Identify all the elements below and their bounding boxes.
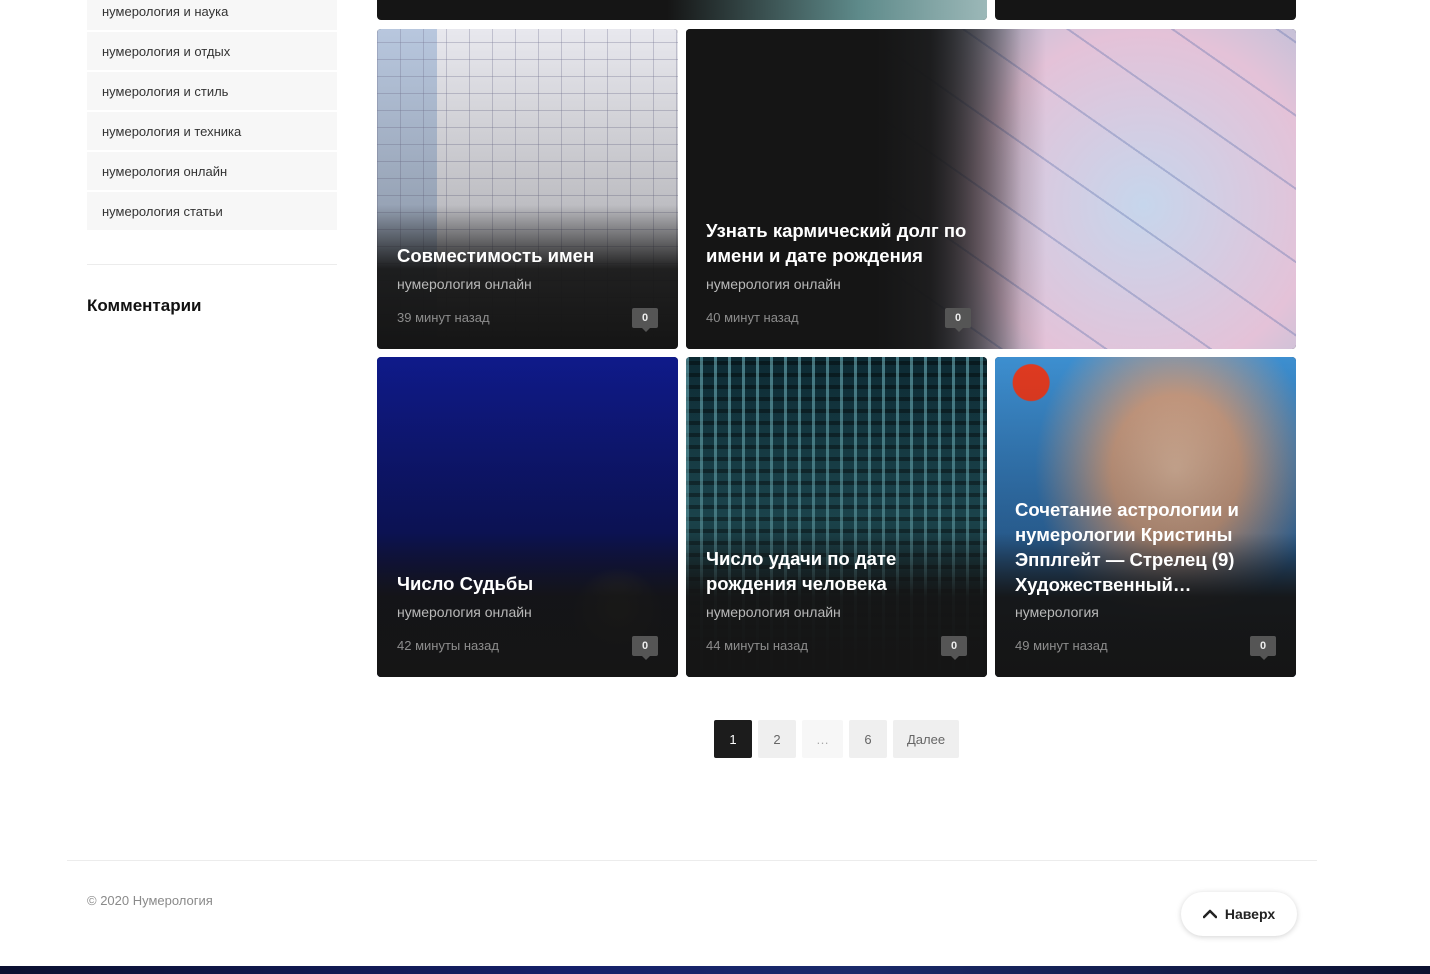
sidebar-item-label: нумерология и отдых <box>102 43 231 59</box>
comment-count-badge[interactable]: 0 <box>632 308 658 332</box>
sidebar-item-label: нумерология и техника <box>102 123 242 139</box>
page-ellipsis: … <box>802 720 843 758</box>
sidebar-item-online[interactable]: нумерология онлайн <box>87 152 337 190</box>
comment-count-badge[interactable]: 0 <box>632 636 658 660</box>
back-to-top-label: Наверх <box>1224 906 1276 922</box>
comments-heading: Комментарии <box>87 296 202 315</box>
post-card[interactable]: Узнать кармический долг по имени и дате … <box>686 29 1296 349</box>
post-title[interactable]: Сочетание астрологии и нумерологии Крист… <box>1015 497 1276 597</box>
previous-card-cut-left[interactable] <box>377 0 987 20</box>
post-category[interactable]: нумерология онлайн <box>397 604 532 620</box>
sidebar-item-label: нумерология и стиль <box>102 83 229 99</box>
post-category[interactable]: нумерология онлайн <box>397 276 532 292</box>
post-title[interactable]: Узнать кармический долг по имени и дате … <box>706 218 976 268</box>
post-category[interactable]: нумерология онлайн <box>706 604 841 620</box>
sidebar-item-science[interactable]: нумерология и наука <box>87 0 337 30</box>
post-time: 42 минуты назад <box>397 638 499 653</box>
copyright-text: © 2020 Нумерология <box>87 893 213 908</box>
post-card[interactable]: Число Судьбы нумерология онлайн 42 минут… <box>377 357 678 677</box>
post-title[interactable]: Совместимость имен <box>397 243 658 268</box>
comment-count-badge[interactable]: 0 <box>941 636 967 660</box>
sidebar-item-label: нумерология статьи <box>102 203 223 219</box>
previous-card-cut-right[interactable] <box>995 0 1296 20</box>
post-time: 40 минут назад <box>706 310 799 325</box>
next-page-button[interactable]: Далее <box>893 720 960 758</box>
comment-count-badge[interactable]: 0 <box>1250 636 1276 660</box>
pagination: 1 2 … 6 Далее <box>714 720 960 758</box>
footer-divider <box>67 860 1317 861</box>
page-1-button[interactable]: 1 <box>714 720 752 758</box>
sidebar-divider <box>87 264 337 265</box>
sidebar-item-leisure[interactable]: нумерология и отдых <box>87 32 337 70</box>
post-card[interactable]: Число удачи по дате рождения человека ну… <box>686 357 987 677</box>
sidebar-item-technique[interactable]: нумерология и техника <box>87 112 337 150</box>
post-time: 39 минут назад <box>397 310 490 325</box>
post-title[interactable]: Число Судьбы <box>397 571 658 596</box>
post-title[interactable]: Число удачи по дате рождения человека <box>706 546 967 596</box>
post-time: 49 минут назад <box>1015 638 1108 653</box>
page-2-button[interactable]: 2 <box>758 720 796 758</box>
sidebar-item-label: нумерология онлайн <box>102 163 228 179</box>
comment-count-badge[interactable]: 0 <box>945 308 971 332</box>
sidebar-item-articles[interactable]: нумерология статьи <box>87 192 337 230</box>
post-time: 44 минуты назад <box>706 638 808 653</box>
chevron-up-icon <box>1202 909 1217 919</box>
post-category[interactable]: нумерология <box>1015 604 1099 620</box>
back-to-top-button[interactable]: Наверх <box>1181 892 1297 936</box>
sidebar-category-list: нумерология и наука нумерология и отдых … <box>87 0 337 232</box>
page-6-button[interactable]: 6 <box>849 720 887 758</box>
post-card[interactable]: Совместимость имен нумерология онлайн 39… <box>377 29 678 349</box>
sidebar-item-label: нумерология и наука <box>102 3 229 19</box>
post-card[interactable]: Сочетание астрологии и нумерологии Крист… <box>995 357 1296 677</box>
sidebar-item-style[interactable]: нумерология и стиль <box>87 72 337 110</box>
bottom-strip <box>0 966 1430 974</box>
post-category[interactable]: нумерология онлайн <box>706 276 841 292</box>
